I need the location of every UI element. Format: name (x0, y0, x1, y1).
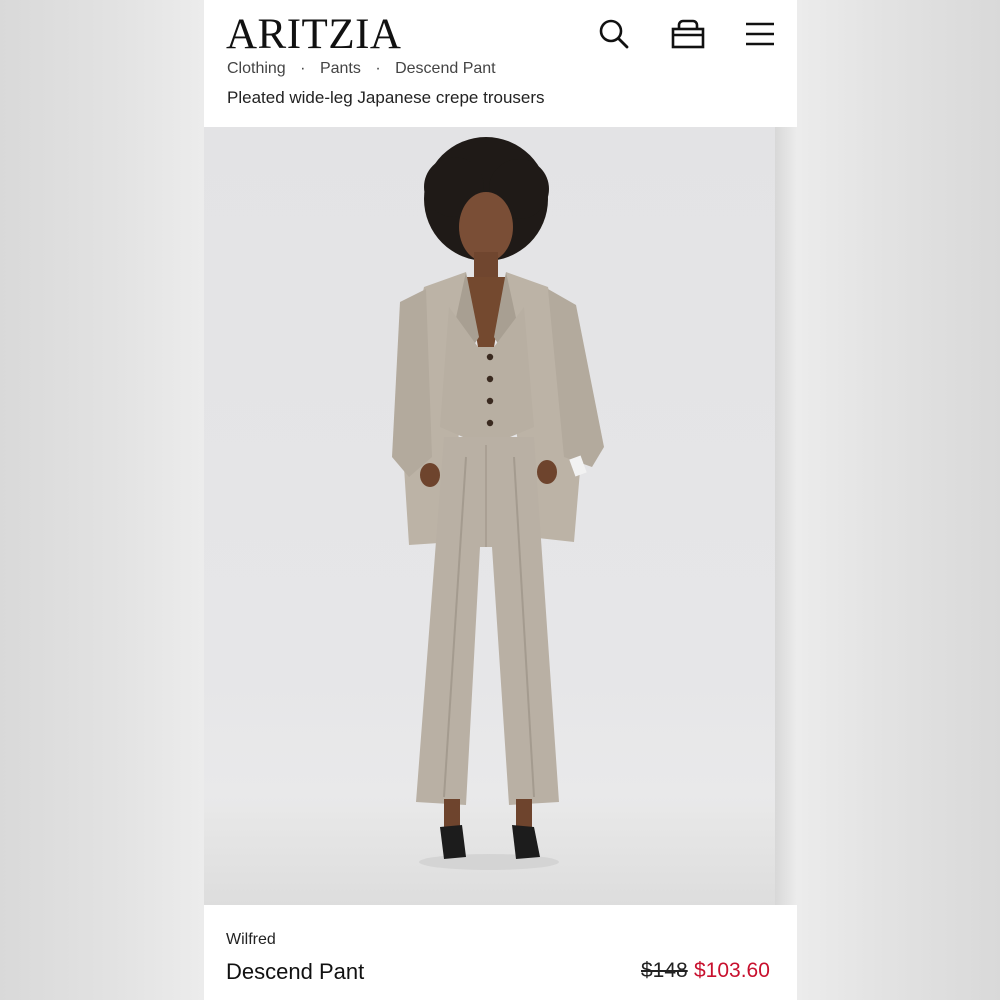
search-button[interactable] (594, 14, 634, 54)
right-backdrop (796, 0, 1000, 1000)
brand-logo[interactable]: ARITZIA (226, 12, 401, 58)
breadcrumb-item-current: Descend Pant (395, 60, 496, 77)
product-info: Wilfred Descend Pant $148 $103.60 (204, 905, 797, 1000)
breadcrumb-separator: · (300, 60, 306, 77)
product-subtitle: Pleated wide-leg Japanese crepe trousers (227, 88, 545, 107)
breadcrumb-item-clothing[interactable]: Clothing (227, 60, 286, 78)
product-name: Descend Pant (226, 959, 365, 984)
product-brand[interactable]: Wilfred (226, 931, 276, 949)
left-backdrop (0, 0, 204, 1000)
price-sale: $103.60 (694, 959, 770, 982)
breadcrumb: Clothing · Pants · Descend Pant (227, 58, 496, 80)
model-illustration (392, 137, 604, 870)
hamburger-menu-icon (746, 22, 774, 46)
product-image[interactable] (204, 127, 797, 905)
shopping-bag-button[interactable] (668, 14, 708, 54)
menu-button[interactable] (740, 14, 780, 54)
breadcrumb-item-pants[interactable]: Pants (320, 60, 361, 78)
search-icon (599, 19, 629, 49)
phone-screen: ARITZIA Clothing · Pants · Descend Pant … (204, 0, 797, 1000)
price-original: $148 (641, 959, 688, 982)
shopping-bag-icon (671, 19, 705, 49)
site-header: ARITZIA Clothing · Pants · Descend Pant … (204, 0, 797, 127)
breadcrumb-separator: · (375, 60, 381, 77)
